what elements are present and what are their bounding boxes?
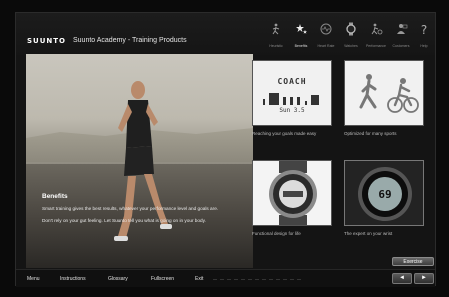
benefits-paragraph: Smart training gives the best results, w… — [42, 206, 219, 211]
nav-item-help[interactable]: ? Help — [412, 19, 436, 53]
svg-text:69: 69 — [378, 188, 391, 201]
benefits-text: Benefits Smart training gives the best r… — [42, 193, 222, 224]
footer-menu-link[interactable]: Menu — [27, 276, 40, 282]
nav-item-customers[interactable]: Customers — [389, 19, 413, 53]
tile-sports[interactable]: Optimized for many sports — [344, 60, 424, 143]
watch-wrist-image: 69 — [344, 160, 424, 226]
nav-label: Customers — [392, 44, 410, 48]
nav-label: Help — [420, 44, 428, 48]
performance-icon — [371, 23, 383, 35]
page-title: Suunto Academy - Training Products — [73, 37, 187, 44]
watch-icon — [346, 22, 356, 36]
tile-expert[interactable]: 69 The expert on your wrist — [344, 160, 424, 243]
footer-bar: Menu Instructions Glossary Fullscreen Ex… — [16, 269, 435, 287]
running-figure-icon — [272, 23, 280, 35]
coach-bars-graphic — [263, 93, 319, 105]
benefits-title: Benefits — [42, 193, 68, 200]
svg-text:?: ? — [421, 23, 427, 36]
nav-label: Heart Rate — [317, 44, 335, 48]
page-progress-indicator — [213, 279, 303, 280]
watch-design-image — [252, 160, 332, 226]
nav-label: Heuristic — [269, 44, 283, 48]
suunto-logo: SUUNTO — [27, 37, 66, 45]
tile-caption: Functional design for life — [252, 231, 301, 236]
nav-label: Performance — [365, 44, 387, 48]
hero-image-runner: Benefits Smart training gives the best r… — [26, 54, 253, 268]
coach-screen-image: COACH Sun 3.5 — [252, 60, 332, 126]
top-navigation: Heuristic Benefits Heart Rate Watches Pe… — [256, 19, 436, 53]
sports-image — [344, 60, 424, 126]
tile-caption: Reaching your goals made easy — [252, 131, 317, 136]
nav-label: Benefits — [294, 44, 308, 48]
wrist-watch-graphic: 69 — [345, 161, 423, 225]
exercise-button[interactable]: Exercise — [392, 257, 434, 266]
nav-label: Watches — [344, 44, 358, 48]
benefits-paragraph: Don't rely on your gut feeling. Let Suun… — [42, 218, 206, 223]
help-icon: ? — [421, 23, 427, 36]
next-page-button[interactable]: ► — [414, 273, 434, 284]
tile-coach[interactable]: COACH Sun 3.5 Reaching your goals made e… — [252, 60, 332, 143]
previous-page-button[interactable]: ◄ — [392, 273, 412, 284]
footer-instructions-link[interactable]: Instructions — [60, 276, 86, 282]
app-window: SUUNTO Suunto Academy - Training Product… — [15, 12, 436, 287]
nav-item-heuristic[interactable]: Heuristic — [264, 19, 288, 53]
customer-icon — [397, 24, 408, 34]
watch-graphic — [269, 161, 317, 225]
tile-caption: Optimized for many sports — [344, 131, 397, 136]
coach-screen-word: COACH — [277, 77, 307, 86]
nav-item-benefits[interactable]: Benefits — [289, 19, 313, 53]
runner-cyclist-icon — [359, 74, 419, 113]
footer-glossary-link[interactable]: Glossary — [108, 276, 128, 282]
footer-exit-link[interactable]: Exit — [195, 276, 203, 282]
nav-item-performance[interactable]: Performance — [364, 19, 388, 53]
heart-rate-icon — [320, 23, 332, 35]
footer-fullscreen-link[interactable]: Fullscreen — [151, 276, 174, 282]
stars-icon — [296, 24, 307, 34]
header-bar: SUUNTO Suunto Academy - Training Product… — [16, 13, 435, 55]
tile-design[interactable]: Functional design for life — [252, 160, 332, 243]
coach-screen-sub: Sun 3.5 — [279, 107, 305, 114]
tile-caption: The expert on your wrist — [344, 231, 393, 236]
nav-item-watches[interactable]: Watches — [339, 19, 363, 53]
nav-item-heart-rate[interactable]: Heart Rate — [314, 19, 338, 53]
app-frame: SUUNTO Suunto Academy - Training Product… — [0, 0, 449, 297]
